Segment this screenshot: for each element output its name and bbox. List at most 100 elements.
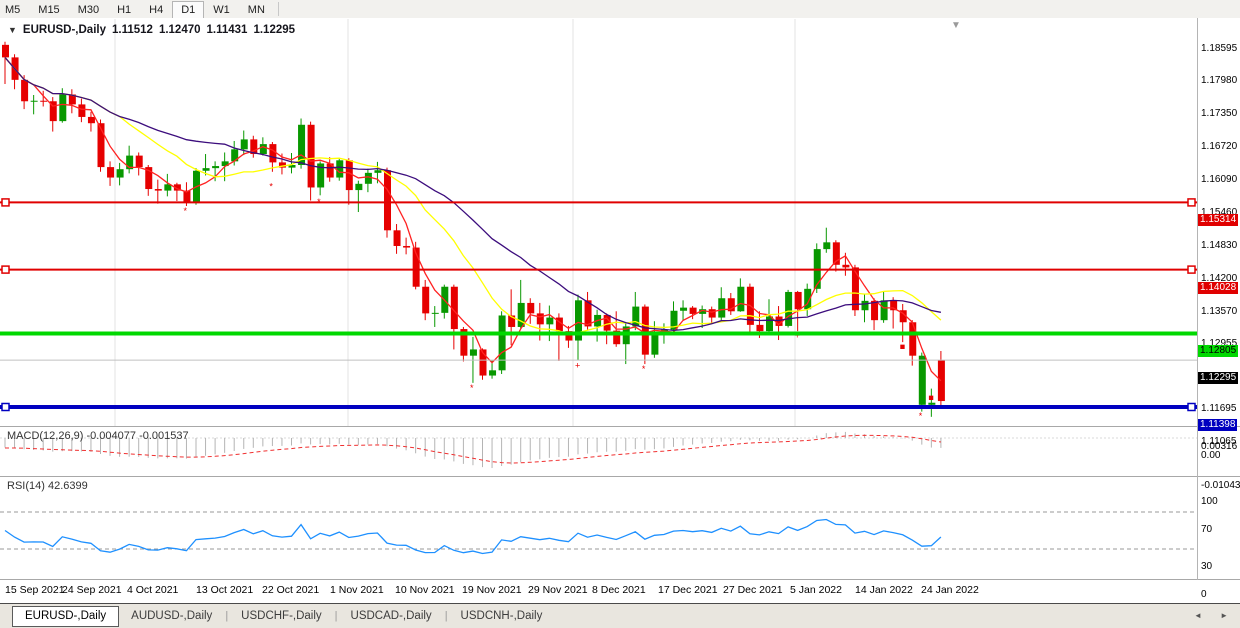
timeframe-button-m5[interactable]: M5 <box>0 1 29 19</box>
candle-body <box>78 104 85 117</box>
candle-body <box>203 168 210 171</box>
collapse-icon[interactable]: ▼ <box>8 25 17 35</box>
timeframe-button-m15[interactable]: M15 <box>29 1 68 19</box>
chart-area[interactable]: ****+*+■*■ ▼EURUSD-,Daily1.115121.124701… <box>0 18 1240 603</box>
line-anchor-handle[interactable] <box>1188 199 1195 206</box>
line-anchor-handle[interactable] <box>1188 266 1195 273</box>
chart-tab-audusd[interactable]: AUDUSD-,Daily <box>119 607 224 626</box>
mt4-window: M5M15M30H1H4D1W1MN ****+*+■*■ ▼EURUSD-,D… <box>0 0 1240 628</box>
candle-body <box>432 313 439 314</box>
ohlc-low: 1.11431 <box>207 24 248 36</box>
candle-body <box>336 160 343 177</box>
candle-body <box>374 170 381 173</box>
candle-body <box>241 139 248 149</box>
line-anchor-handle[interactable] <box>2 403 9 410</box>
price-level-badge: 1.15314 <box>1198 214 1238 226</box>
timeframe-button-mn[interactable]: MN <box>239 1 274 19</box>
signal-mark: * <box>470 383 474 393</box>
candle-body <box>40 101 47 102</box>
candle-body <box>919 356 926 405</box>
toolbar-separator <box>278 2 279 16</box>
signal-mark: * <box>919 411 923 421</box>
price-level-badge: 1.12805 <box>1198 345 1238 357</box>
date-label: 29 Nov 2021 <box>528 584 588 596</box>
rsi-panel[interactable] <box>0 477 1197 580</box>
date-label: 15 Sep 2021 <box>5 584 65 596</box>
candle-body <box>718 298 725 317</box>
macd-tick-label: 0.00 <box>1201 450 1220 461</box>
timeframe-button-m30[interactable]: M30 <box>69 1 108 19</box>
candle-body <box>680 308 687 311</box>
candle-body <box>489 370 496 375</box>
chart-tab-eurusd[interactable]: EURUSD-,Daily <box>12 606 119 627</box>
candle-body <box>795 292 802 309</box>
rsi-tick-label: 70 <box>1201 524 1212 535</box>
panel-separator[interactable] <box>0 426 1240 427</box>
date-label: 24 Jan 2022 <box>921 584 979 596</box>
candle-body <box>422 287 429 314</box>
line-anchor-handle[interactable] <box>2 199 9 206</box>
signal-mark: * <box>642 364 646 374</box>
signal-mark: ■ <box>900 341 905 351</box>
candle-body <box>709 309 716 317</box>
date-label: 27 Dec 2021 <box>723 584 783 596</box>
candle-body <box>346 160 353 190</box>
candle-body <box>269 144 276 162</box>
signal-mark: * <box>183 206 187 216</box>
panel-separator[interactable] <box>0 476 1240 477</box>
timeframe-button-d1[interactable]: D1 <box>172 1 204 19</box>
candle-body <box>632 307 639 327</box>
date-label: 17 Dec 2021 <box>658 584 718 596</box>
rsi-tick-label: 30 <box>1201 561 1212 572</box>
candle-body <box>59 94 66 121</box>
candle-body <box>756 325 763 331</box>
chart-tab-usdcnh[interactable]: USDCNH-,Daily <box>449 607 555 626</box>
candle-body <box>527 303 534 313</box>
date-label: 8 Dec 2021 <box>592 584 646 596</box>
candle-body <box>136 156 143 167</box>
candle-body <box>499 315 506 370</box>
rsi-tick-label: 100 <box>1201 496 1218 507</box>
candle-body <box>737 287 744 312</box>
price-axis-separator <box>1197 18 1198 580</box>
ohlc-close: 1.12295 <box>253 24 295 36</box>
candle-body <box>31 101 38 102</box>
rsi-tick-label: 0 <box>1201 589 1207 600</box>
candle-body <box>88 117 95 123</box>
chart-shift-marker-icon[interactable]: ▼ <box>951 20 961 31</box>
price-tick-label: 1.18595 <box>1201 43 1237 54</box>
price-chart[interactable]: ****+*+■*■ <box>0 18 1197 427</box>
candle-body <box>107 167 114 177</box>
candle-body <box>470 349 477 355</box>
timeframe-button-w1[interactable]: W1 <box>204 1 239 19</box>
candle-body <box>21 80 28 101</box>
date-label: 10 Nov 2021 <box>395 584 455 596</box>
candle-body <box>871 301 878 320</box>
candle-body <box>938 360 945 401</box>
timeframe-button-h1[interactable]: H1 <box>108 1 140 19</box>
timeframe-button-h4[interactable]: H4 <box>140 1 172 19</box>
candle-body <box>823 242 830 249</box>
price-level-badge: 1.11398 <box>1198 419 1237 431</box>
candle-body <box>394 230 401 246</box>
candle-body <box>355 184 362 190</box>
price-tick-label: 1.17350 <box>1201 108 1237 119</box>
ohlc-high: 1.12470 <box>159 24 201 36</box>
candle-body <box>928 403 935 405</box>
rsi-indicator-label: RSI(14) 42.6399 <box>7 480 88 492</box>
chart-tab-usdcad[interactable]: USDCAD-,Daily <box>339 607 444 626</box>
tab-separator: | <box>225 610 228 622</box>
timeframe-toolbar: M5M15M30H1H4D1W1MN <box>0 0 1240 19</box>
line-anchor-handle[interactable] <box>1188 403 1195 410</box>
price-tick-label: 1.17980 <box>1201 75 1237 86</box>
moving-average-line <box>5 57 941 330</box>
line-anchor-handle[interactable] <box>2 266 9 273</box>
candle-body <box>403 246 410 248</box>
chart-tab-usdchf[interactable]: USDCHF-,Daily <box>229 607 334 626</box>
candle-body <box>604 315 611 331</box>
tab-scroll-arrows[interactable]: ◄ ► <box>1194 611 1236 620</box>
candle-body <box>117 169 124 177</box>
candle-body <box>384 170 391 230</box>
candle-body <box>690 308 697 314</box>
candle-body <box>909 322 916 355</box>
